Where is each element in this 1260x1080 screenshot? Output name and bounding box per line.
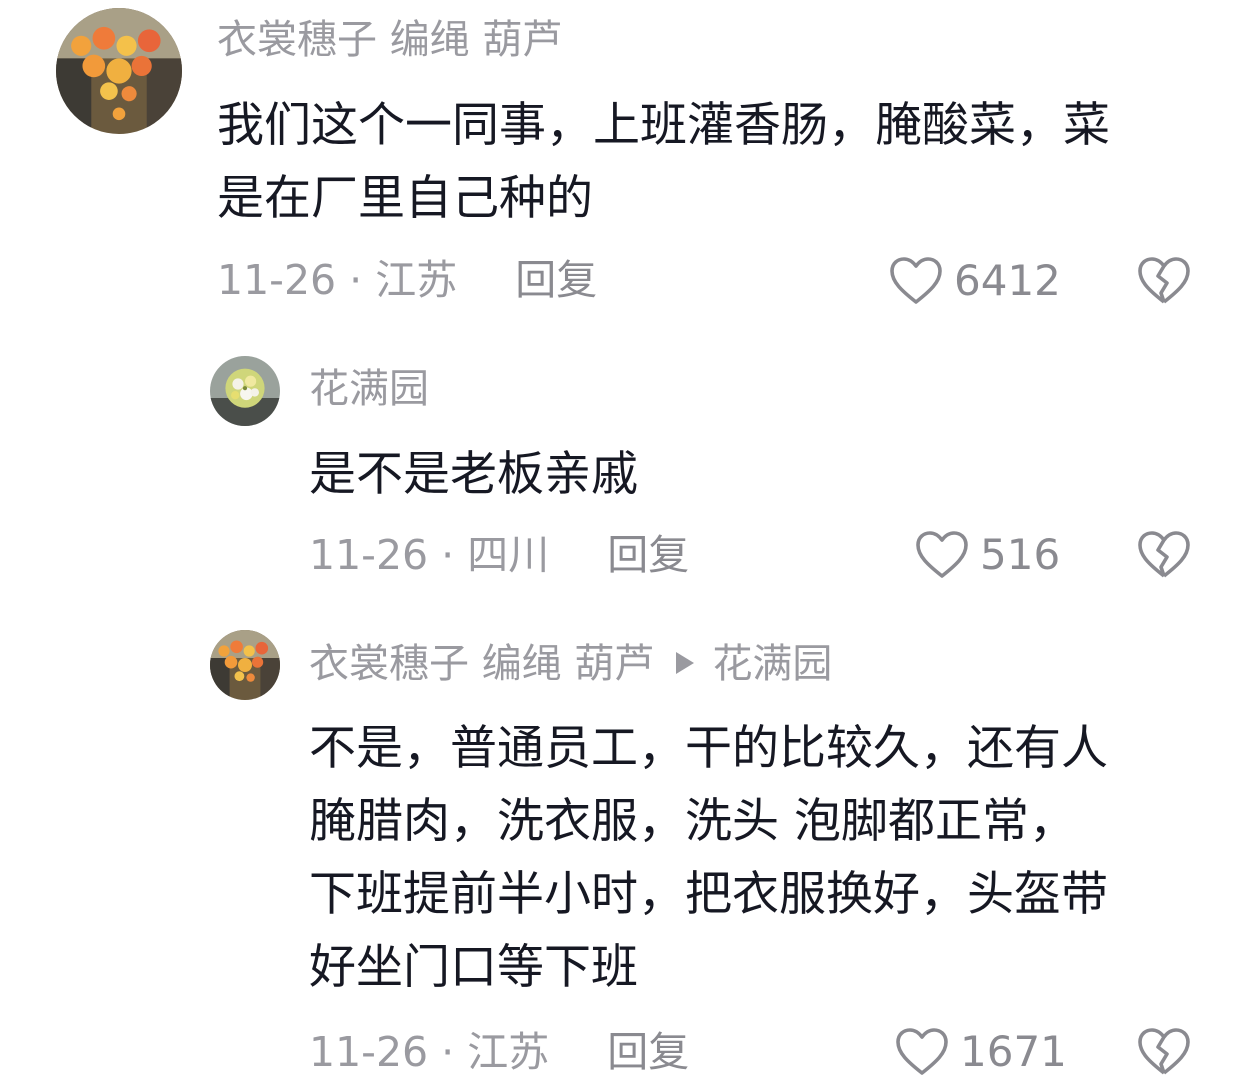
- comment-date: 11-26: [309, 1028, 429, 1076]
- like-button[interactable]: 516: [914, 530, 1060, 580]
- like-count: 1671: [960, 1027, 1067, 1076]
- meta-separator: ·: [336, 256, 376, 304]
- comment-meta: 11-26 · 江苏 回复: [309, 1027, 689, 1077]
- reply-to-arrow-icon: [676, 652, 695, 674]
- lantern-street-avatar-icon[interactable]: [210, 630, 280, 700]
- like-count: 516: [980, 530, 1061, 579]
- comment-username[interactable]: 花满园: [309, 365, 429, 413]
- comment-location: 江苏: [375, 256, 458, 304]
- heart-icon: [916, 531, 968, 578]
- comment-username[interactable]: 衣裳穗子 编绳 葫芦: [217, 16, 562, 64]
- lantern-street-avatar-icon[interactable]: [56, 8, 182, 134]
- comment-location: 四川: [467, 531, 550, 579]
- like-button[interactable]: 1671: [894, 1027, 1067, 1077]
- comment-location: 江苏: [467, 1028, 550, 1076]
- broken-heart-icon[interactable]: [1136, 530, 1192, 580]
- flower-bouquet-avatar-icon[interactable]: [210, 356, 280, 426]
- broken-heart-icon[interactable]: [1136, 1027, 1192, 1077]
- reply-to-username[interactable]: 花满园: [712, 641, 832, 687]
- meta-separator: ·: [428, 1028, 468, 1076]
- comment-username[interactable]: 衣裳穗子 编绳 葫芦: [309, 641, 654, 687]
- like-count: 6412: [954, 256, 1061, 305]
- comment-text: 是不是老板亲戚: [309, 447, 638, 502]
- comment-meta: 11-26 · 江苏 回复: [217, 255, 597, 305]
- comment-meta: 11-26 · 四川 回复: [309, 530, 689, 580]
- like-button[interactable]: 6412: [888, 256, 1061, 306]
- comment-username-reply-chain: 衣裳穗子 编绳 葫芦 花满园: [309, 640, 832, 688]
- heart-icon: [896, 1028, 948, 1075]
- reply-button[interactable]: 回复: [607, 1028, 689, 1076]
- reply-button[interactable]: 回复: [515, 256, 597, 304]
- comment-text: 不是，普通员工，干的比较久，还有人 腌腊肉，洗衣服，洗头 泡脚都正常， 下班提前…: [309, 721, 1108, 995]
- broken-heart-icon[interactable]: [1136, 256, 1192, 306]
- comment-text: 我们这个一同事，上班灌香肠，腌酸菜，菜 是在厂里自己种的: [217, 98, 1110, 226]
- heart-icon: [890, 257, 942, 304]
- comment-date: 11-26: [309, 531, 429, 579]
- reply-button[interactable]: 回复: [607, 531, 689, 579]
- meta-separator: ·: [428, 531, 468, 579]
- comment-date: 11-26: [217, 256, 337, 304]
